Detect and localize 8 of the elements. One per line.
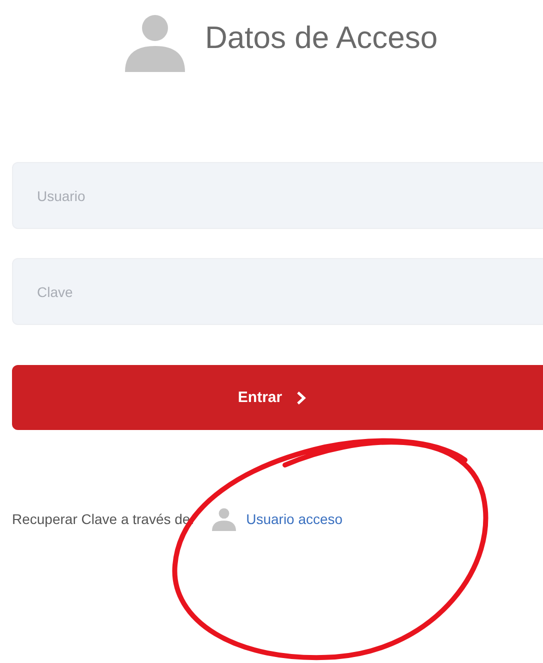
user-access-link[interactable]: Usuario acceso [246, 511, 343, 527]
chevron-icon [296, 390, 306, 404]
user-icon [125, 12, 185, 72]
page-title: Datos de Acceso [205, 20, 438, 56]
input-field[interactable]: Usuario [12, 162, 543, 229]
submit-button[interactable]: Entrar [12, 365, 543, 430]
input-field[interactable]: Clave [12, 258, 543, 325]
user-icon [212, 507, 236, 531]
